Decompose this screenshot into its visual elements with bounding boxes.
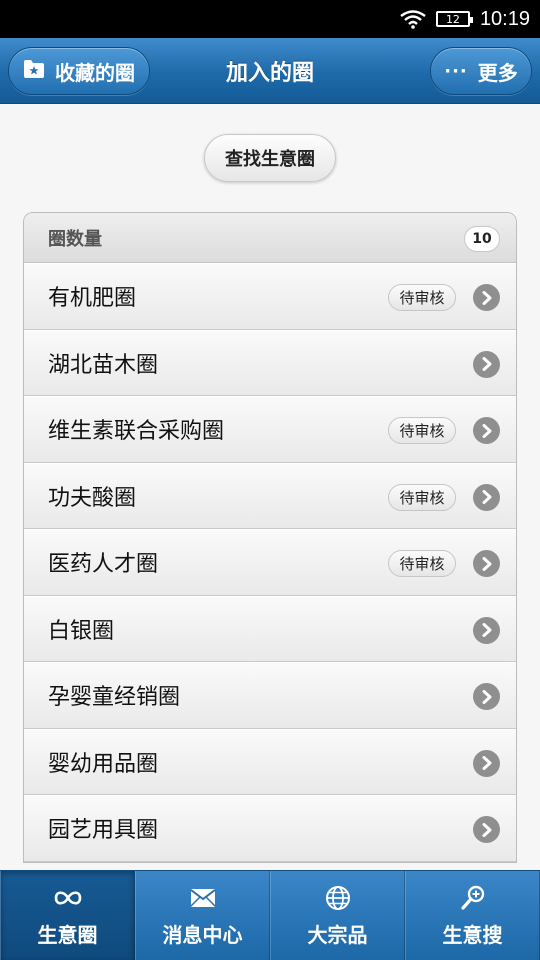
list-item[interactable]: 湖北苗木圈	[24, 329, 516, 396]
battery-level: 12	[445, 12, 460, 26]
list-item-name: 白银圈	[48, 618, 115, 644]
clock: 10:19	[479, 7, 530, 30]
folder-star-icon	[23, 59, 45, 84]
list-item-name: 孕婴童经销圈	[48, 685, 181, 711]
search-icon	[460, 883, 486, 913]
chevron-right-icon[interactable]	[473, 683, 500, 710]
list-header-label: 圈数量	[48, 228, 102, 250]
list-item[interactable]: 孕婴童经销圈	[24, 662, 516, 729]
more-dots-icon: ···	[444, 60, 468, 82]
favorites-button[interactable]: 收藏的圈	[8, 47, 150, 95]
chevron-right-icon[interactable]	[473, 284, 500, 311]
chevron-right-icon[interactable]	[473, 749, 500, 777]
list-item-name: 维生素联合采购圈	[48, 419, 225, 445]
count-badge: 10	[464, 226, 500, 252]
wifi-icon	[400, 9, 426, 29]
tab-label: 生意圈	[37, 923, 98, 947]
tab-business-circle[interactable]: 生意圈	[0, 871, 135, 960]
chevron-right-icon[interactable]	[473, 616, 500, 644]
list-item-name: 婴幼用品圈	[48, 751, 159, 777]
chevron-right-icon[interactable]	[473, 350, 500, 378]
list-item[interactable]: 有机肥圈 待审核	[24, 263, 516, 330]
tab-bulk-goods[interactable]: 大宗品	[270, 871, 405, 960]
main-content[interactable]: 查找生意圈 圈数量 10 有机肥圈 待审核 湖北苗木圈 维生素联合采购圈 待审核 功夫酸圈…	[0, 104, 540, 870]
tab-business-search[interactable]: 生意搜	[405, 871, 540, 960]
list-item-name: 园艺用具圈	[48, 818, 159, 844]
tab-label: 生意搜	[442, 923, 503, 947]
tab-label: 大宗品	[307, 923, 368, 947]
list-item-name: 功夫酸圈	[48, 485, 137, 511]
more-button[interactable]: ··· 更多	[430, 47, 532, 95]
envelope-icon	[189, 883, 216, 913]
pending-review-badge: 待审核	[388, 550, 456, 577]
list-item[interactable]: 功夫酸圈 待审核	[24, 462, 516, 529]
list-item[interactable]: 医药人才圈 待审核	[24, 529, 516, 596]
app-header: 收藏的圈 加入的圈 ··· 更多	[0, 38, 540, 104]
chevron-right-icon[interactable]	[473, 483, 500, 511]
circle-list: 圈数量 10 有机肥圈 待审核 湖北苗木圈 维生素联合采购圈 待审核 功夫酸圈 待审核 医药人…	[23, 212, 517, 863]
list-item[interactable]: 白银圈	[24, 595, 516, 662]
pending-review-badge: 待审核	[388, 483, 456, 511]
tab-message-center[interactable]: 消息中心	[135, 871, 270, 960]
list-item-name: 有机肥圈	[48, 286, 137, 312]
bottom-tab-bar: 生意圈 消息中心 大宗品 生意搜	[0, 870, 540, 960]
list-item[interactable]: 园艺用具圈	[24, 795, 516, 862]
battery-icon: 12	[435, 11, 473, 27]
page-title: 加入的圈	[225, 61, 314, 86]
list-item-name: 湖北苗木圈	[48, 352, 159, 378]
list-header: 圈数量 10	[24, 213, 516, 263]
favorites-label: 收藏的圈	[55, 60, 135, 85]
find-circle-button[interactable]: 查找生意圈	[204, 134, 336, 182]
infinity-icon	[53, 883, 83, 913]
tab-label: 消息中心	[162, 923, 243, 947]
pending-review-badge: 待审核	[388, 284, 456, 311]
list-item[interactable]: 维生素联合采购圈 待审核	[24, 396, 516, 463]
list-item[interactable]: 婴幼用品圈	[24, 728, 516, 795]
more-label: 更多	[477, 60, 518, 85]
pending-review-badge: 待审核	[388, 417, 456, 444]
chevron-right-icon[interactable]	[473, 417, 500, 444]
list-item-name: 医药人才圈	[48, 552, 159, 578]
status-bar: 12 10:19	[0, 0, 540, 38]
chevron-right-icon[interactable]	[473, 550, 500, 577]
globe-icon	[325, 883, 351, 913]
chevron-right-icon[interactable]	[473, 816, 500, 843]
